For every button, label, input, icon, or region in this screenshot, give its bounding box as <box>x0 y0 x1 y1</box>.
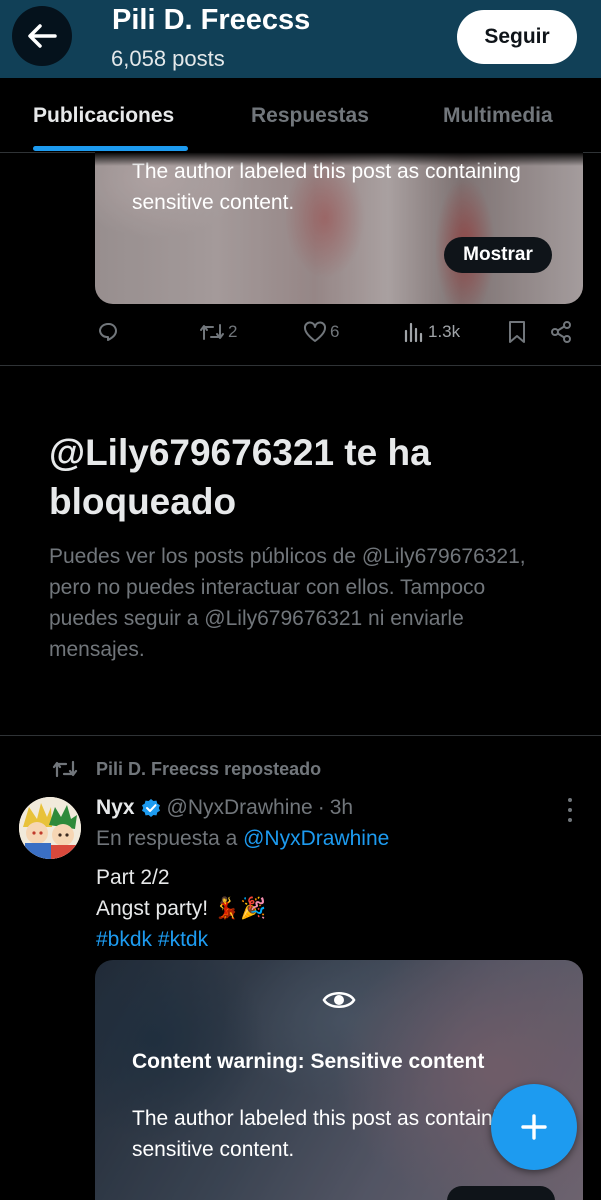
reply-icon <box>99 323 117 341</box>
active-tab-indicator <box>33 146 188 151</box>
tab-publicaciones[interactable]: Publicaciones <box>33 104 174 128</box>
arrow-left-icon <box>28 24 57 48</box>
eye-icon <box>322 991 356 1009</box>
like-count: 6 <box>330 322 340 341</box>
blocked-title: @Lily679676321 te ha bloqueado <box>49 432 431 522</box>
views-count: 1.3k <box>428 322 461 341</box>
repost-icon <box>200 324 224 340</box>
share-icon <box>551 321 571 343</box>
post-line: Part 2/2 <box>96 866 170 889</box>
show-media-button[interactable]: Mostrar <box>444 237 552 273</box>
blocked-description: Puedes ver los posts públicos de @Lily67… <box>49 545 526 661</box>
post-header: Nyx @NyxDrawhine · 3h <box>96 794 353 822</box>
more-options-icon[interactable] <box>560 798 580 822</box>
author-handle[interactable]: @NyxDrawhine <box>167 796 313 820</box>
back-button[interactable] <box>12 6 72 66</box>
repost-label: Pili D. Freecss reposteado <box>96 758 322 779</box>
hashtag-link[interactable]: #bkdk <box>96 928 152 951</box>
repost-button[interactable]: 2 <box>199 318 237 346</box>
post-time[interactable]: 3h <box>330 796 353 820</box>
compose-button[interactable] <box>491 1084 577 1170</box>
divider <box>0 365 601 366</box>
post-text: Part 2/2 Angst party! 💃🎉 #bkdk #ktdk <box>96 862 266 955</box>
plus-icon <box>521 1114 547 1140</box>
bookmark-button[interactable] <box>507 318 527 346</box>
views-icon <box>404 322 423 343</box>
bookmark-icon <box>509 321 525 343</box>
repost-indicator[interactable]: Pili D. Freecss reposteado <box>52 756 321 782</box>
author-name[interactable]: Nyx <box>96 796 135 820</box>
share-button[interactable] <box>549 318 573 346</box>
avatar[interactable] <box>19 797 81 859</box>
sensitive-notice-text: The author labeled this post as containi… <box>132 1107 521 1161</box>
reply-context: En respuesta a @NyxDrawhine <box>96 827 389 851</box>
divider <box>0 735 601 736</box>
reply-button[interactable] <box>96 318 120 346</box>
verified-badge-icon <box>141 799 160 817</box>
reply-to-handle[interactable]: @NyxDrawhine <box>243 827 389 850</box>
reply-prefix: En respuesta a <box>96 827 238 850</box>
like-button[interactable]: 6 <box>303 318 339 346</box>
show-media-button[interactable] <box>447 1186 555 1200</box>
tab-respuestas[interactable]: Respuestas <box>251 104 369 128</box>
profile-name: Pili D. Freecss <box>112 4 311 36</box>
posts-count: 6,058 posts <box>111 46 225 71</box>
views-button[interactable]: 1.3k <box>403 318 460 346</box>
follow-button[interactable]: Seguir <box>457 10 577 64</box>
sensitive-media-card[interactable]: Content warning: Sensitive content The a… <box>95 960 583 1200</box>
profile-header: Pili D. Freecss 6,058 posts Seguir <box>0 0 601 78</box>
hashtag-link[interactable]: #ktdk <box>158 928 208 951</box>
separator: · <box>317 796 325 819</box>
heart-icon <box>304 321 326 342</box>
content-warning-title: Content warning: Sensitive content <box>132 1050 485 1073</box>
tab-multimedia[interactable]: Multimedia <box>443 104 553 128</box>
repost-count: 2 <box>228 322 238 341</box>
repost-icon <box>52 760 78 778</box>
post-line: Angst party! 💃🎉 <box>96 897 267 920</box>
